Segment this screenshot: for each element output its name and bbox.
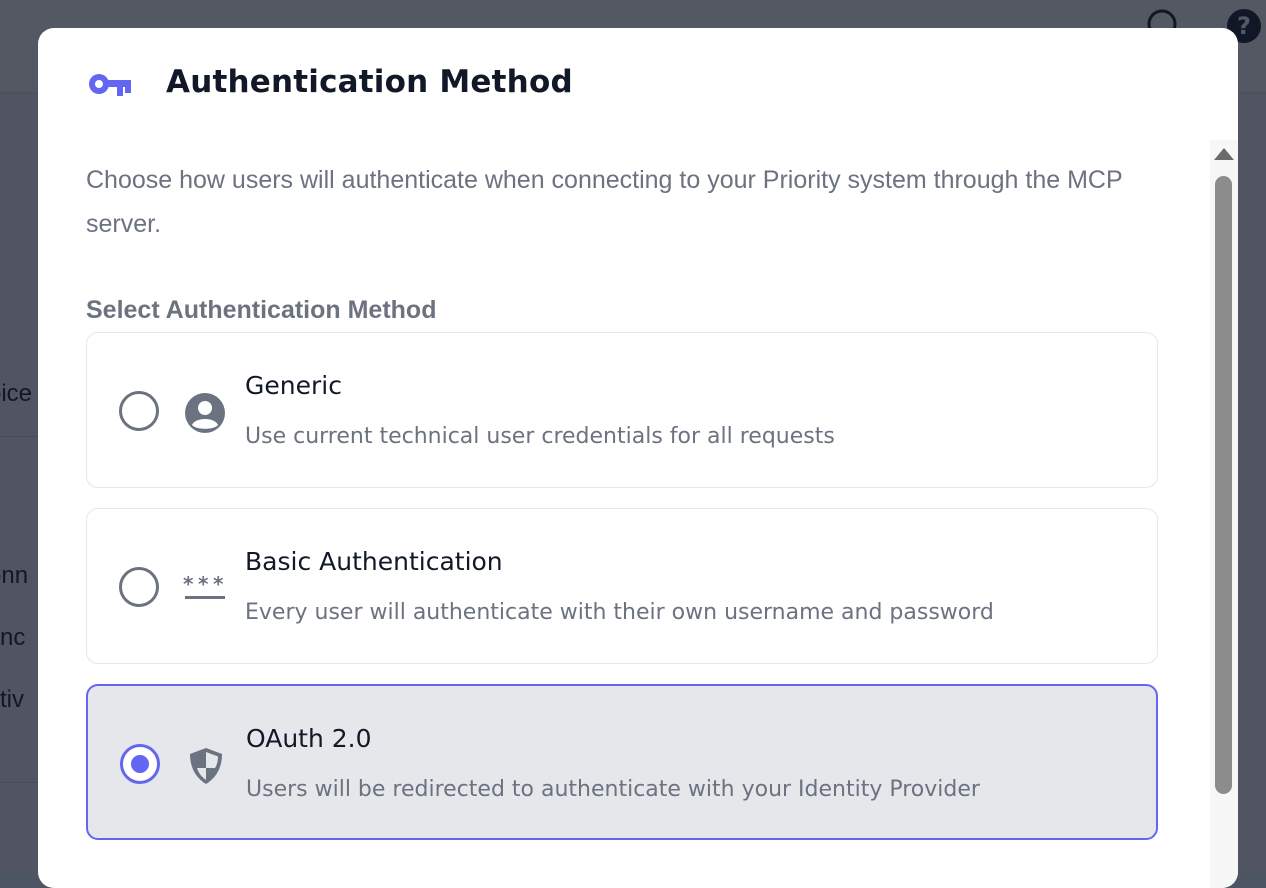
scroll-thumb[interactable]	[1215, 176, 1232, 794]
dialog-body: Choose how users will authenticate when …	[38, 140, 1208, 888]
auth-method-dialog: Authentication Method Choose how users w…	[38, 28, 1238, 888]
dialog-header: Authentication Method	[38, 28, 1238, 140]
option-generic[interactable]: Generic Use current technical user crede…	[86, 332, 1158, 488]
dialog-title: Authentication Method	[166, 64, 573, 100]
option-title: OAuth 2.0	[246, 724, 372, 753]
scrollbar[interactable]	[1210, 140, 1238, 888]
radio-selected-dot	[131, 755, 149, 773]
radio-generic[interactable]	[119, 391, 159, 431]
option-oauth[interactable]: OAuth 2.0 Users will be redirected to au…	[86, 684, 1158, 840]
scroll-up-arrow-icon[interactable]	[1214, 148, 1234, 160]
key-icon	[89, 74, 131, 96]
option-description: Users will be redirected to authenticate…	[246, 777, 980, 802]
svg-text:*: *	[213, 572, 224, 596]
radio-basic-auth[interactable]	[119, 567, 159, 607]
svg-text:*: *	[198, 572, 209, 596]
option-description: Use current technical user credentials f…	[245, 424, 835, 449]
radio-oauth[interactable]	[120, 744, 160, 784]
user-circle-icon	[185, 393, 225, 433]
option-description: Every user will authenticate with their …	[245, 600, 994, 625]
password-icon: * * *	[183, 572, 225, 599]
dialog-description: Choose how users will authenticate when …	[86, 166, 1123, 238]
svg-text:*: *	[183, 572, 194, 596]
option-title: Basic Authentication	[245, 547, 503, 576]
option-title: Generic	[245, 371, 342, 400]
shield-icon	[190, 748, 222, 784]
option-basic-auth[interactable]: * * * Basic Authentication Every user wi…	[86, 508, 1158, 664]
section-label: Select Authentication Method	[86, 296, 437, 324]
